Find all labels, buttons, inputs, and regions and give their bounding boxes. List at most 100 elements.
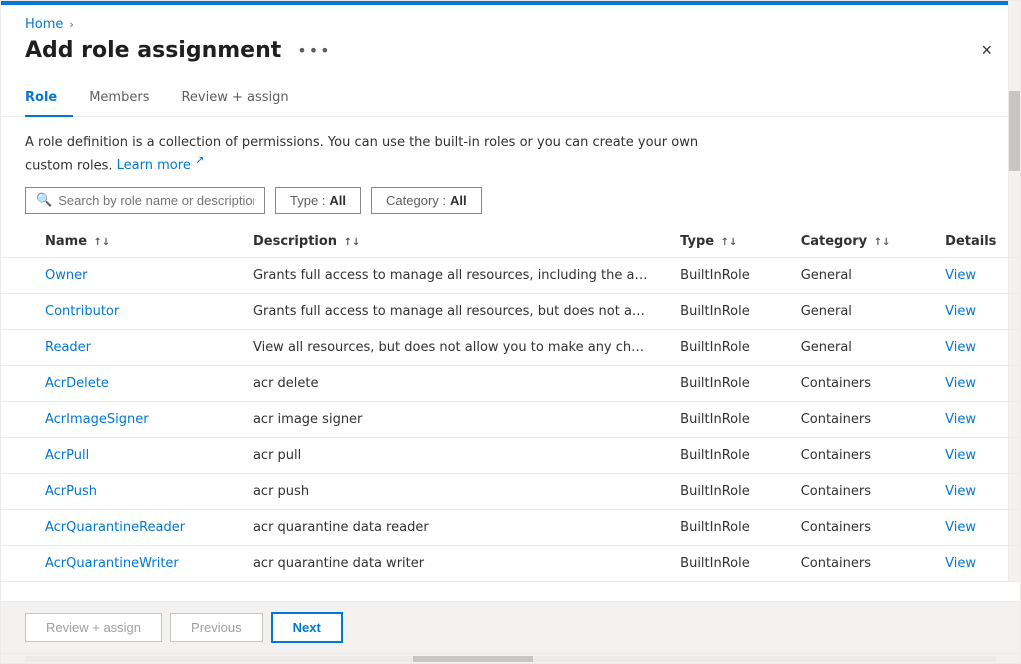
- table-row: AcrPullacr pullBuiltInRoleContainersView: [1, 438, 1020, 474]
- role-type-cell: BuiltInRole: [656, 330, 777, 366]
- table-header-row: Name ↑↓ Description ↑↓ Type ↑↓ Category …: [1, 226, 1020, 258]
- role-desc-cell: acr push: [229, 474, 656, 510]
- view-link[interactable]: View: [945, 556, 976, 571]
- role-name-cell[interactable]: AcrDelete: [1, 366, 229, 402]
- roles-table: Name ↑↓ Description ↑↓ Type ↑↓ Category …: [1, 226, 1020, 582]
- role-category-cell: Containers: [777, 366, 921, 402]
- external-link-icon: ↗: [195, 154, 204, 167]
- breadcrumb-home[interactable]: Home: [25, 17, 63, 32]
- role-name-cell[interactable]: AcrPush: [1, 474, 229, 510]
- learn-more-link[interactable]: Learn more ↗: [117, 158, 205, 173]
- role-category-cell: Containers: [777, 402, 921, 438]
- col-header-description[interactable]: Description ↑↓: [229, 226, 656, 258]
- view-link[interactable]: View: [945, 268, 976, 283]
- role-type-cell: BuiltInRole: [656, 258, 777, 294]
- view-link[interactable]: View: [945, 412, 976, 427]
- breadcrumb-chevron-icon: ›: [69, 18, 73, 31]
- tab-role[interactable]: Role: [25, 82, 73, 117]
- filter-bar: 🔍 Type : All Category : All: [1, 187, 1020, 226]
- header-area: Add role assignment ••• ×: [1, 32, 1020, 65]
- role-name-cell[interactable]: AcrQuarantineReader: [1, 510, 229, 546]
- col-header-category[interactable]: Category ↑↓: [777, 226, 921, 258]
- category-filter-button[interactable]: Category : All: [371, 187, 482, 214]
- role-type-cell: BuiltInRole: [656, 294, 777, 330]
- table-area: Name ↑↓ Description ↑↓ Type ↑↓ Category …: [1, 226, 1020, 601]
- table-row: AcrQuarantineWriteracr quarantine data w…: [1, 546, 1020, 582]
- info-area: A role definition is a collection of per…: [1, 117, 761, 187]
- role-details-cell[interactable]: View: [921, 438, 1020, 474]
- scrollbar-thumb[interactable]: [1009, 91, 1020, 171]
- tabs-area: Role Members Review + assign: [1, 65, 1020, 117]
- role-name-cell[interactable]: AcrPull: [1, 438, 229, 474]
- role-category-cell: Containers: [777, 546, 921, 582]
- view-link[interactable]: View: [945, 304, 976, 319]
- table-row: AcrPushacr pushBuiltInRoleContainersView: [1, 474, 1020, 510]
- table-row: AcrQuarantineReaderacr quarantine data r…: [1, 510, 1020, 546]
- category-filter-value: All: [450, 193, 467, 208]
- role-name-cell[interactable]: Contributor: [1, 294, 229, 330]
- role-details-cell[interactable]: View: [921, 366, 1020, 402]
- header-title-row: Add role assignment •••: [25, 38, 338, 63]
- table-row: ReaderView all resources, but does not a…: [1, 330, 1020, 366]
- role-name-cell[interactable]: Owner: [1, 258, 229, 294]
- type-sort-icon[interactable]: ↑↓: [721, 237, 738, 248]
- tab-review-assign[interactable]: Review + assign: [181, 82, 304, 117]
- role-details-cell[interactable]: View: [921, 474, 1020, 510]
- role-type-cell: BuiltInRole: [656, 366, 777, 402]
- name-sort-icon[interactable]: ↑↓: [94, 237, 111, 248]
- role-category-cell: Containers: [777, 510, 921, 546]
- role-desc-cell: acr quarantine data writer: [229, 546, 656, 582]
- next-button[interactable]: Next: [271, 612, 343, 643]
- review-assign-button[interactable]: Review + assign: [25, 613, 162, 642]
- footer-area: Review + assign Previous Next: [1, 601, 1020, 653]
- tab-members[interactable]: Members: [89, 82, 165, 117]
- role-type-cell: BuiltInRole: [656, 510, 777, 546]
- role-details-cell[interactable]: View: [921, 546, 1020, 582]
- view-link[interactable]: View: [945, 376, 976, 391]
- table-row: AcrDeleteacr deleteBuiltInRoleContainers…: [1, 366, 1020, 402]
- close-button[interactable]: ×: [977, 36, 996, 65]
- col-header-name[interactable]: Name ↑↓: [1, 226, 229, 258]
- desc-sort-icon[interactable]: ↑↓: [344, 237, 361, 248]
- type-filter-label: Type :: [290, 193, 325, 208]
- role-type-cell: BuiltInRole: [656, 438, 777, 474]
- role-name-cell[interactable]: Reader: [1, 330, 229, 366]
- role-desc-cell: View all resources, but does not allow y…: [229, 330, 656, 366]
- view-link[interactable]: View: [945, 340, 976, 355]
- role-details-cell[interactable]: View: [921, 330, 1020, 366]
- breadcrumb: Home ›: [1, 5, 1020, 32]
- category-filter-label: Category :: [386, 193, 446, 208]
- table-row: OwnerGrants full access to manage all re…: [1, 258, 1020, 294]
- role-desc-cell: acr quarantine data reader: [229, 510, 656, 546]
- role-details-cell[interactable]: View: [921, 294, 1020, 330]
- table-row: ContributorGrants full access to manage …: [1, 294, 1020, 330]
- search-input[interactable]: [58, 193, 254, 208]
- role-type-cell: BuiltInRole: [656, 546, 777, 582]
- view-link[interactable]: View: [945, 448, 976, 463]
- role-category-cell: General: [777, 258, 921, 294]
- bottom-scrollbar-track: [25, 656, 996, 662]
- category-sort-icon[interactable]: ↑↓: [874, 237, 891, 248]
- type-filter-button[interactable]: Type : All: [275, 187, 361, 214]
- role-details-cell[interactable]: View: [921, 510, 1020, 546]
- role-name-cell[interactable]: AcrQuarantineWriter: [1, 546, 229, 582]
- col-header-details: Details: [921, 226, 1020, 258]
- search-box[interactable]: 🔍: [25, 187, 265, 214]
- role-category-cell: General: [777, 294, 921, 330]
- role-category-cell: Containers: [777, 474, 921, 510]
- col-header-type[interactable]: Type ↑↓: [656, 226, 777, 258]
- role-details-cell[interactable]: View: [921, 402, 1020, 438]
- view-link[interactable]: View: [945, 520, 976, 535]
- page-container: Home › Add role assignment ••• × Role Me…: [0, 0, 1021, 664]
- role-desc-cell: Grants full access to manage all resourc…: [229, 258, 656, 294]
- view-link[interactable]: View: [945, 484, 976, 499]
- role-name-cell[interactable]: AcrImageSigner: [1, 402, 229, 438]
- role-desc-cell: acr pull: [229, 438, 656, 474]
- bottom-scrollbar[interactable]: [1, 653, 1020, 663]
- previous-button[interactable]: Previous: [170, 613, 263, 642]
- role-desc-cell: acr delete: [229, 366, 656, 402]
- more-options-icon[interactable]: •••: [291, 39, 337, 62]
- page-title: Add role assignment: [25, 38, 281, 63]
- role-details-cell[interactable]: View: [921, 258, 1020, 294]
- bottom-scrollbar-thumb[interactable]: [413, 656, 533, 662]
